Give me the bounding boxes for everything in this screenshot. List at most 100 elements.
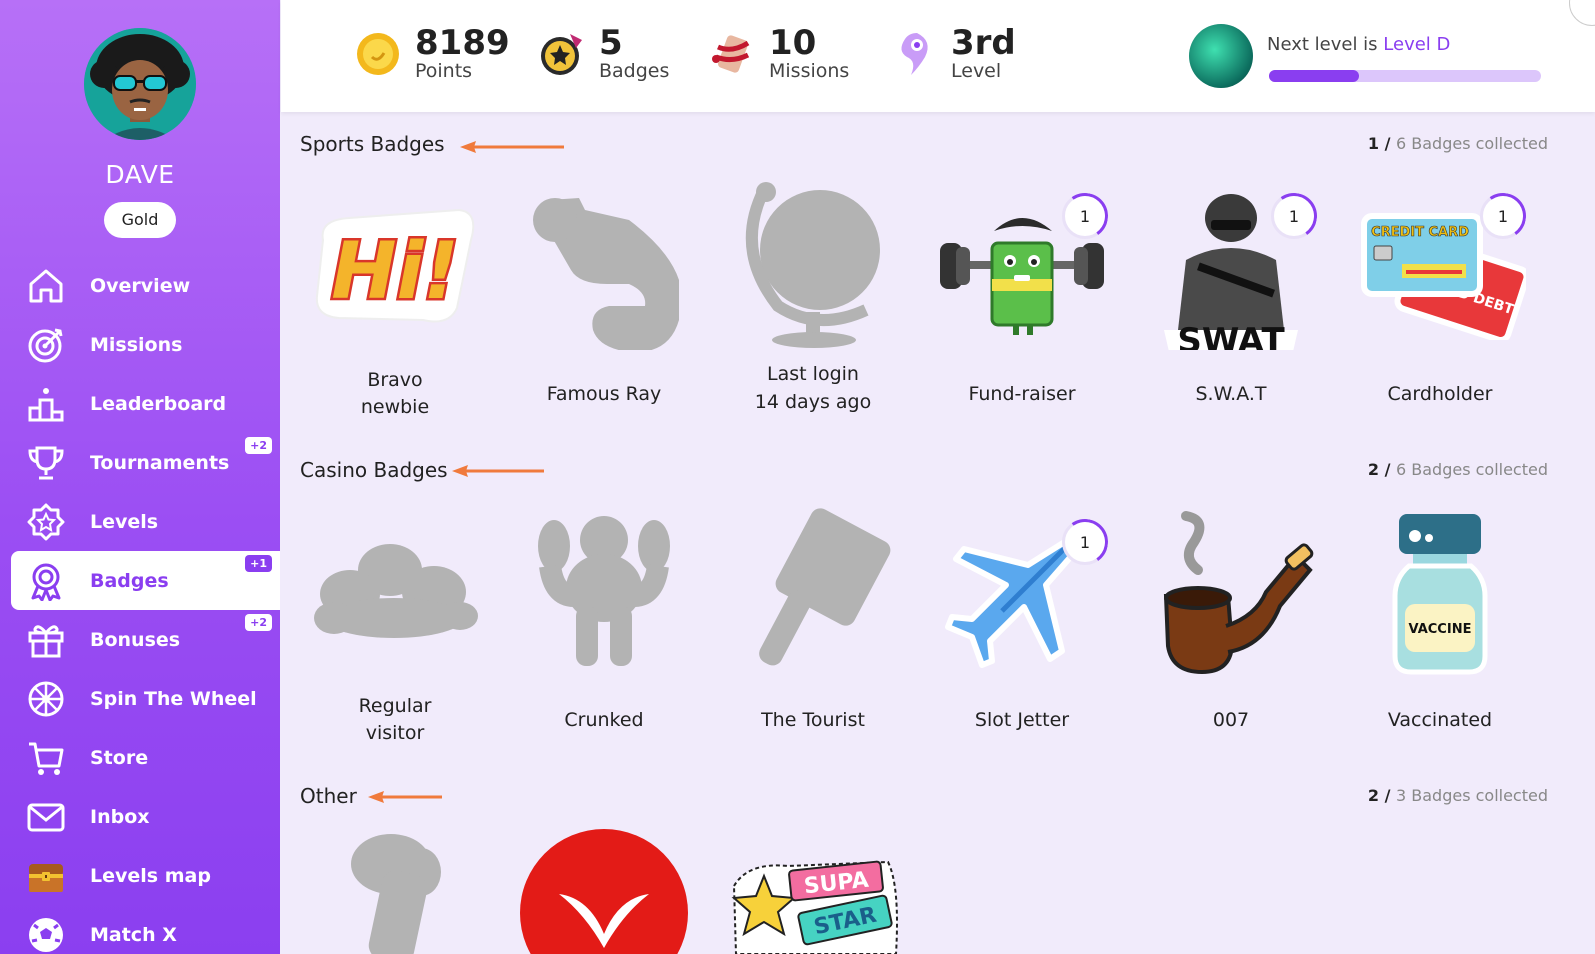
ball-icon (24, 913, 68, 954)
collected-total: 3 Badges collected (1395, 786, 1548, 805)
badge-red-emblem[interactable] (504, 828, 704, 954)
badge-locked-other[interactable] (295, 832, 495, 954)
badge-007[interactable]: 007 (1131, 506, 1331, 736)
badge-name-line1: Cardholder (1387, 383, 1493, 405)
sidebar-item-levels[interactable]: Levels (0, 492, 280, 551)
sidebar-item-bonuses[interactable]: Bonuses +2 (0, 610, 280, 669)
sidebar-item-levels-map[interactable]: Levels map (0, 846, 280, 905)
gift-icon (24, 618, 68, 662)
pipe-icon (1141, 506, 1321, 676)
mail-icon (24, 795, 68, 839)
sidebar-nav: Overview Missions Leaderboard Tournament… (0, 256, 280, 954)
vaccine-text: VACCINE (1409, 622, 1472, 637)
locked-drumstick-icon (305, 832, 485, 954)
notification-badge: +2 (245, 614, 272, 631)
collected-count: 1 / (1367, 134, 1391, 153)
badge-name-line1: Bravo (367, 369, 423, 391)
arrow-annotation (452, 465, 544, 477)
badge-name-line1: Slot Jetter (974, 709, 1070, 731)
badge-vaccinated[interactable]: VACCINE Vaccinated (1340, 506, 1540, 736)
sports-collected: 1 / 6 Badges collected (1368, 134, 1548, 153)
avatar[interactable] (84, 28, 196, 140)
sidebar-item-label: Inbox (90, 805, 150, 828)
sidebar-item-label: Overview (90, 274, 191, 297)
star-badge-icon (24, 500, 68, 544)
sidebar-item-leaderboard[interactable]: Leaderboard (0, 374, 280, 433)
points-stat: 8189 Points (353, 26, 510, 82)
next-level-progress-fill (1269, 70, 1359, 82)
sidebar-item-label: Levels map (90, 864, 211, 887)
level-icon (889, 26, 939, 82)
next-level-progress (1269, 70, 1541, 82)
badge-name-line1: Vaccinated (1387, 709, 1493, 731)
swat-text: SWAT (1177, 321, 1285, 350)
badge-last-login[interactable]: Last login 14 days ago (713, 180, 913, 413)
missions-label: Missions (769, 60, 850, 82)
badges-value: 5 (599, 23, 623, 63)
arrow-annotation (460, 141, 564, 153)
username: DAVE (105, 160, 175, 189)
badge-the-tourist[interactable]: The Tourist (713, 506, 913, 736)
badge-name-line2: visitor (365, 722, 425, 744)
vaccine-bottle-icon: VACCINE (1350, 506, 1530, 676)
locked-cloud-icon (305, 506, 485, 676)
coin-icon (353, 26, 403, 82)
sidebar-item-label: Tournaments (90, 451, 230, 474)
sidebar-item-overview[interactable]: Overview (0, 256, 280, 315)
badge-bravo-newbie[interactable]: Hi! Bravo newbie (295, 180, 495, 418)
sidebar-item-tournaments[interactable]: Tournaments +2 (0, 433, 280, 492)
badge-name-line2: 14 days ago (754, 391, 872, 413)
section-title-sports: Sports Badges (300, 132, 445, 156)
close-button[interactable] (1569, 0, 1595, 26)
badge-cardholder[interactable]: BAD DEBT CREDIT CARD 1 Cardholder (1340, 180, 1540, 410)
target-icon (24, 323, 68, 367)
arrow-annotation (368, 791, 442, 803)
points-label: Points (415, 60, 473, 82)
badge-counter: 1 (1480, 193, 1526, 239)
missions-stat: 10 Missions (707, 26, 849, 82)
sidebar-item-label: Bonuses (90, 628, 181, 651)
sidebar-item-label: Store (90, 746, 149, 769)
section-title-casino: Casino Badges (300, 458, 448, 482)
next-level-panel: Next level is Level D (1189, 24, 1541, 88)
locked-strongman-icon (514, 506, 694, 676)
sidebar-item-match-x[interactable]: Match X (0, 905, 280, 954)
casino-collected: 2 / 6 Badges collected (1368, 460, 1548, 479)
badge-regular-visitor[interactable]: Regular visitor (295, 506, 495, 744)
wheel-icon (24, 677, 68, 721)
badge-name-line1: Fund-raiser (968, 383, 1076, 405)
next-level-image (1189, 24, 1253, 88)
badge-slot-jetter[interactable]: 1 Slot Jetter (922, 506, 1122, 736)
scroll-icon (707, 26, 757, 82)
locked-gas-pump-icon (514, 180, 694, 350)
medal-icon (537, 26, 587, 82)
sidebar-item-spin-the-wheel[interactable]: Spin The Wheel (0, 669, 280, 728)
points-value: 8189 (415, 23, 510, 63)
badge-famous-ray[interactable]: Famous Ray (504, 180, 704, 410)
badge-counter: 1 (1062, 193, 1108, 239)
badge-name-line1: S.W.A.T (1195, 383, 1267, 405)
chest-icon (24, 854, 68, 898)
collected-count: 2 / (1367, 460, 1391, 479)
level-stat: 3rd Level (889, 26, 1016, 82)
sidebar-item-store[interactable]: Store (0, 728, 280, 787)
hi-sticker-text: Hi! (331, 227, 459, 317)
next-level-prefix: Next level is (1267, 34, 1378, 55)
sidebar-item-inbox[interactable]: Inbox (0, 787, 280, 846)
hi-sticker-icon: Hi! (305, 180, 485, 350)
badge-supa-star[interactable]: SUPA STAR (713, 856, 913, 954)
badge-swat[interactable]: SWAT 1 S.W.A.T (1131, 180, 1331, 410)
badge-crunked[interactable]: Crunked (504, 506, 704, 736)
badge-name-line2: newbie (360, 396, 430, 418)
sidebar-item-missions[interactable]: Missions (0, 315, 280, 374)
red-emblem-icon (514, 828, 694, 954)
badge-fund-raiser[interactable]: 1 Fund-raiser (922, 180, 1122, 410)
collected-count: 2 / (1367, 786, 1391, 805)
badge-name-line1: Regular (358, 695, 432, 717)
badges-stat: 5 Badges (537, 26, 669, 82)
sidebar-item-label: Badges (90, 569, 169, 592)
badge-name-line1: Famous Ray (546, 383, 662, 405)
other-collected: 2 / 3 Badges collected (1368, 786, 1548, 805)
sidebar-item-badges[interactable]: Badges +1 (11, 551, 280, 610)
home-icon (24, 264, 68, 308)
